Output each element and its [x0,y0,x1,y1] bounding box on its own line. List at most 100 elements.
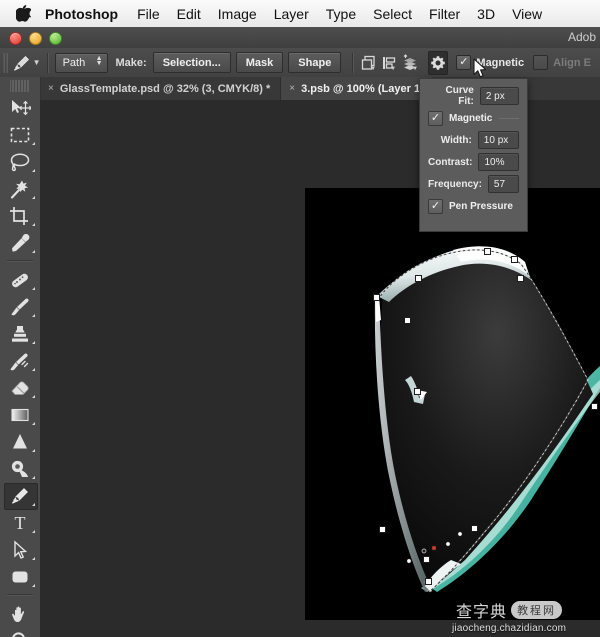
tool-corner-icon [32,169,35,172]
move-tool[interactable] [0,94,40,121]
tool-corner-icon [32,142,35,145]
zoom-tool[interactable] [0,627,40,637]
path-operations-icon[interactable]: ▼ [360,52,378,74]
magnetic-checkbox[interactable]: ✓ [456,55,472,70]
path-alignment-icon[interactable]: ▼ [380,52,398,74]
photoshop-window: Photoshop File Edit Image Layer Type Sel… [0,0,600,637]
options-bar-grip[interactable] [2,52,9,73]
close-button[interactable] [9,32,22,45]
rectangle-tool[interactable] [0,563,40,590]
chevron-down-icon: ▼ [390,65,397,72]
path-mode-value: Path [62,56,86,69]
window-controls [9,32,62,45]
type-tool[interactable]: T [0,509,40,536]
magnetic-row[interactable]: ✓ Magnetic [428,107,519,129]
magnetic-label: Magnetic [449,112,493,124]
tool-corner-icon [32,341,35,344]
magnetic-pen-options-flyout[interactable]: Curve Fit: 2 px ✓ Magnetic Width: 10 px … [419,78,528,232]
rectangular-marquee-tool[interactable] [0,121,40,148]
contrast-label: Contrast: [428,156,473,168]
tool-corner-icon [32,449,35,452]
history-brush-tool[interactable] [0,347,40,374]
pen-pressure-row[interactable]: ✓ Pen Pressure [428,195,519,217]
menu-item-layer[interactable]: Layer [274,7,309,21]
menu-item-view[interactable]: View [512,7,542,21]
document-tab-3psb[interactable]: × 3.psb @ 100% (Layer 1, [281,77,435,100]
curve-fit-field[interactable]: 2 px [479,87,519,105]
tool-corner-icon [32,287,35,290]
magnetic-toggle[interactable]: ✓ Magnetic [456,55,533,70]
menu-item-edit[interactable]: Edit [177,7,201,21]
toolbar-divider [7,260,33,262]
path-arrangement-icon[interactable]: ▼ [400,52,420,74]
make-mask-button[interactable]: Mask [235,52,284,73]
make-selection-button[interactable]: Selection... [152,52,231,73]
section-rule [499,117,519,119]
tools-panel-grip[interactable] [10,80,30,92]
close-icon[interactable]: × [289,83,295,94]
image-canvas[interactable] [305,188,600,620]
magnetic-label: Magnetic [476,56,525,69]
contrast-field[interactable]: 10% [478,153,519,171]
gear-icon[interactable] [428,50,449,75]
pen-tool-icon[interactable] [12,52,32,74]
gradient-tool[interactable] [0,401,40,428]
watermark-url: jiaocheng.chazidian.com [452,623,567,634]
macos-menu-bar: Photoshop File Edit Image Layer Type Sel… [0,0,600,28]
menu-item-filter[interactable]: Filter [429,7,460,21]
eyedropper-tool[interactable] [0,229,40,256]
clone-stamp-tool[interactable] [0,320,40,347]
width-row: Width: 10 px [428,129,519,151]
make-shape-button[interactable]: Shape [288,52,342,73]
brush-tool[interactable] [0,293,40,320]
hand-tool[interactable] [0,600,40,627]
menu-item-file[interactable]: File [137,7,160,21]
align-edges-label: Align E [553,56,591,69]
crop-tool[interactable] [0,202,40,229]
menu-item-3d[interactable]: 3D [477,7,495,21]
document-tab-label: GlassTemplate.psd @ 32% (3, CMYK/8) * [59,82,271,95]
window-title: Adob [567,30,596,44]
zoom-button[interactable] [49,32,62,45]
path-selection-tool[interactable] [0,536,40,563]
align-edges-toggle[interactable]: ✓ Align E [533,55,600,70]
close-icon[interactable]: × [48,83,54,94]
select-stepper-icon: ▲ ▼ [95,54,103,67]
watermark-chinese-text: 查字典 [456,602,508,621]
tool-preset-chevron-down-icon[interactable]: ▼ [32,52,41,74]
canvas-artwork [305,188,600,620]
eraser-tool[interactable] [0,374,40,401]
tool-corner-icon [32,476,35,479]
menu-item-photoshop[interactable]: Photoshop [45,7,118,21]
pen-tool[interactable] [0,482,40,510]
path-mode-select[interactable]: Path ▲ ▼ [54,52,108,73]
tool-corner-icon [32,395,35,398]
menu-item-type[interactable]: Type [326,7,356,21]
curve-fit-label: Curve Fit: [445,85,474,107]
curve-fit-row: Curve Fit: 2 px [428,85,519,107]
window-title-bar: Adob [0,27,600,49]
options-bar: ▼ Path ▲ ▼ Make: Selection... Mask Shape … [0,48,600,78]
width-field[interactable]: 10 px [477,131,519,149]
watermark: 查字典 教程网 jiaocheng.chazidian.com [452,598,566,634]
width-label: Width: [440,134,472,146]
align-edges-checkbox[interactable]: ✓ [533,55,549,70]
chevron-down-icon: ▼ [370,65,377,72]
menu-item-select[interactable]: Select [373,7,412,21]
magic-wand-tool[interactable] [0,175,40,202]
dodge-tool[interactable] [0,455,40,482]
magnetic-checkbox[interactable]: ✓ [428,110,443,126]
menu-item-image[interactable]: Image [218,7,257,21]
document-tab-glasstemplate[interactable]: × GlassTemplate.psd @ 32% (3, CMYK/8) * [40,77,282,100]
pen-pressure-checkbox[interactable]: ✓ [428,198,443,214]
tools-panel: T [0,77,41,637]
spot-healing-brush-tool[interactable] [0,266,40,293]
options-divider [46,52,49,73]
tool-corner-icon [32,530,35,533]
frequency-field[interactable]: 57 [487,175,519,193]
apple-logo-icon[interactable] [16,5,31,22]
minimize-button[interactable] [29,32,42,45]
blur-tool[interactable] [0,428,40,455]
lasso-tool[interactable] [0,148,40,175]
frequency-label: Frequency: [428,178,482,190]
